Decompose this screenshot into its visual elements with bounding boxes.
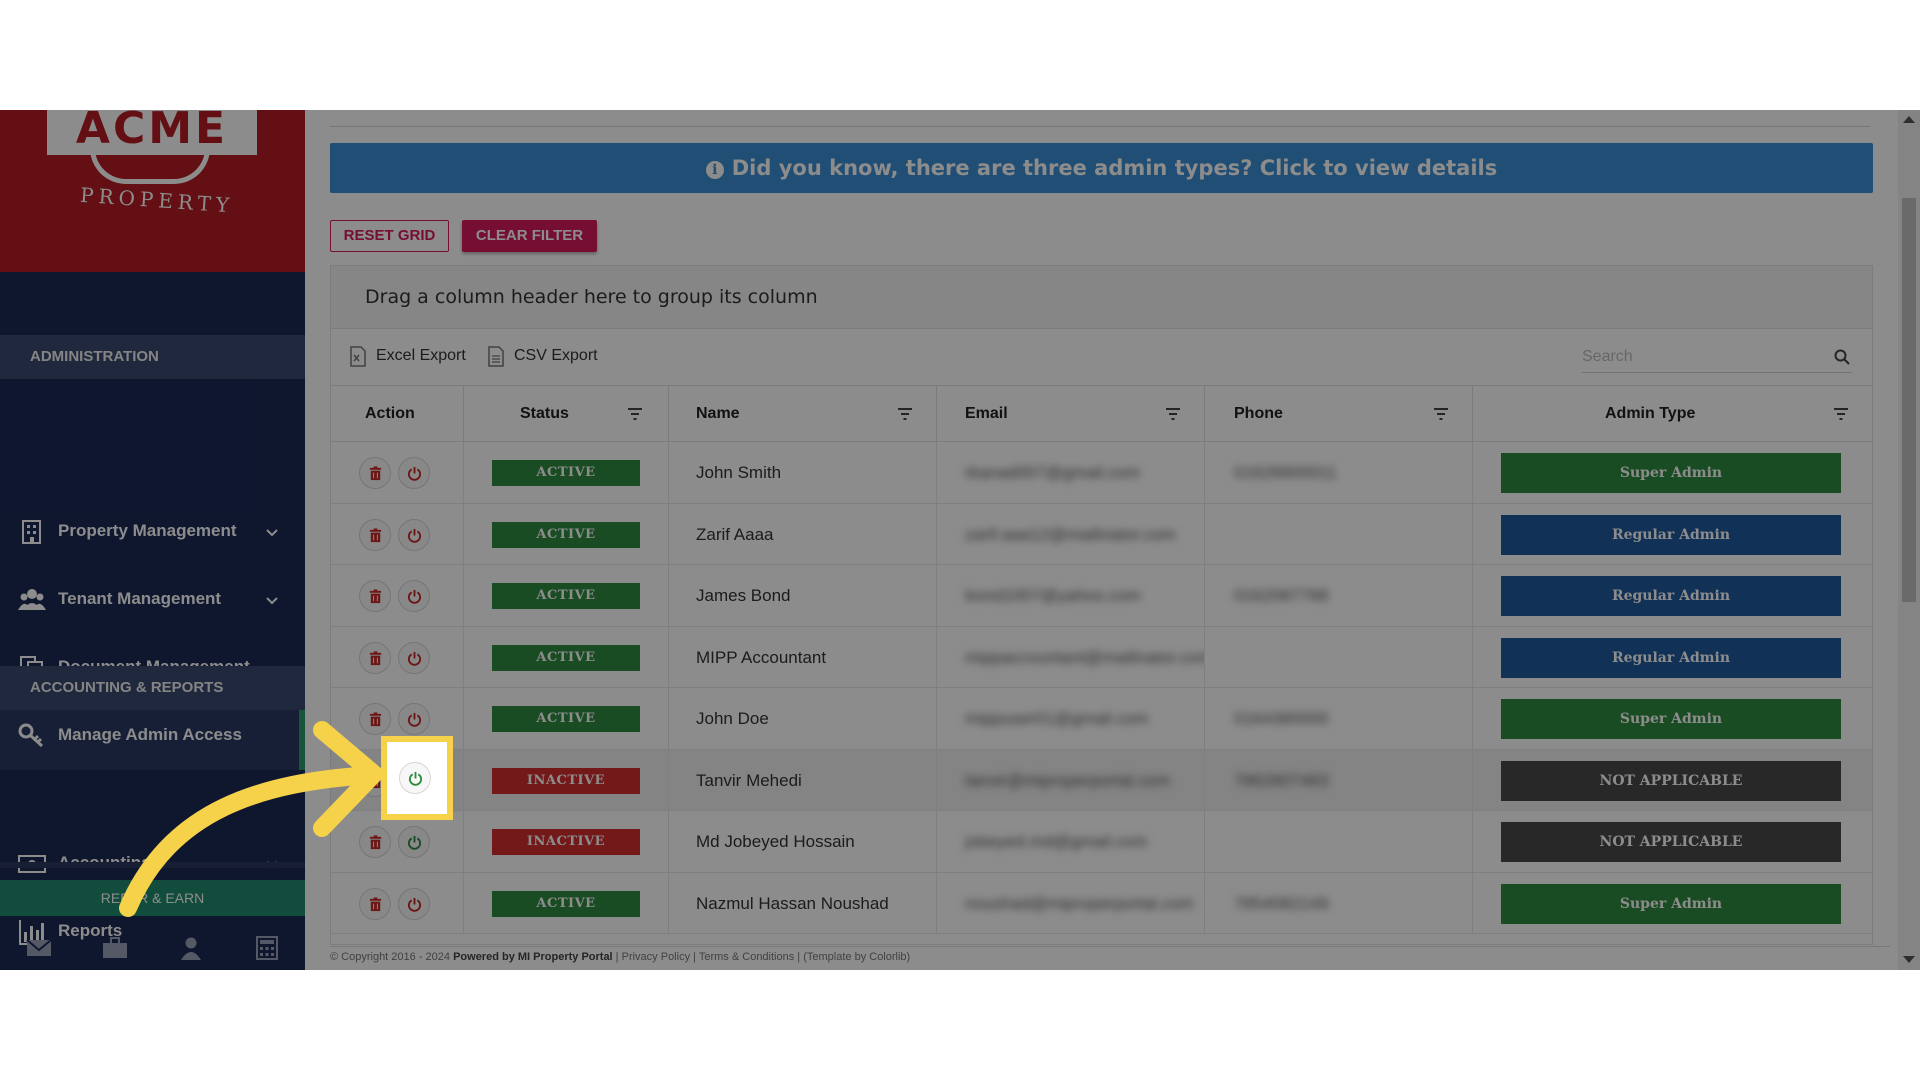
tutorial-arrow-icon <box>119 721 383 917</box>
app-window: ACME PROPERTY ADMINISTRATION Property Ma… <box>0 110 1920 970</box>
